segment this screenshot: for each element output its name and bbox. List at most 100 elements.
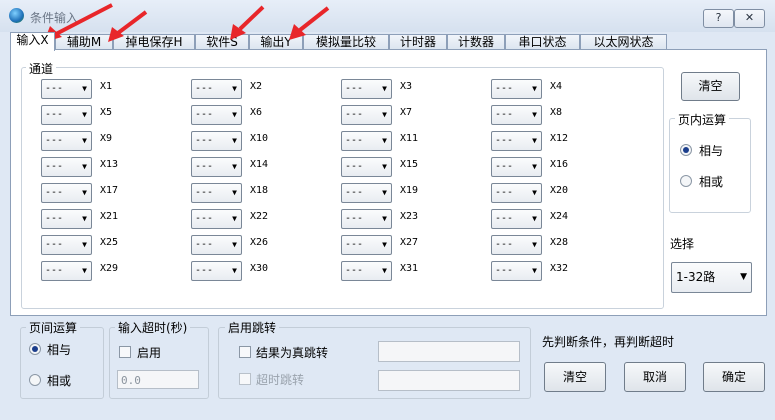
chevron-down-icon: ▼ xyxy=(532,136,537,145)
channel-combo-x10[interactable]: --- ▼ xyxy=(191,131,242,151)
channel-combo-value: --- xyxy=(45,83,64,94)
channel-combo-x8[interactable]: --- ▼ xyxy=(491,105,542,125)
true-jump-checkbox[interactable] xyxy=(239,346,251,358)
channel-combo-value: --- xyxy=(195,187,214,198)
chevron-down-icon: ▼ xyxy=(82,136,87,145)
timeout-input[interactable]: 0.0 xyxy=(117,370,199,389)
channel-combo-value: --- xyxy=(495,239,514,250)
page-and-radio[interactable] xyxy=(29,343,41,355)
range-select[interactable]: 1-32路 ▼ xyxy=(671,262,752,293)
page-op-title: 页间运算 xyxy=(26,319,81,336)
channel-combo-x24[interactable]: --- ▼ xyxy=(491,209,542,229)
timeout-enable-checkbox[interactable] xyxy=(119,346,131,358)
channel-combo-x21[interactable]: --- ▼ xyxy=(41,209,92,229)
chevron-down-icon: ▼ xyxy=(382,188,387,197)
timeout-jump-checkbox[interactable] xyxy=(239,373,251,385)
chevron-down-icon: ▼ xyxy=(532,214,537,223)
channel-combo-value: --- xyxy=(195,213,214,224)
channel-combo-x16[interactable]: --- ▼ xyxy=(491,157,542,177)
channel-combo-x7[interactable]: --- ▼ xyxy=(341,105,392,125)
channel-combo-x2[interactable]: --- ▼ xyxy=(191,79,242,99)
timeout-jump-input[interactable] xyxy=(378,370,520,391)
chevron-down-icon: ▼ xyxy=(382,84,387,93)
channel-combo-x31[interactable]: --- ▼ xyxy=(341,261,392,281)
inpage-or-radio[interactable] xyxy=(680,175,692,187)
channel-combo-x18[interactable]: --- ▼ xyxy=(191,183,242,203)
true-jump-input[interactable] xyxy=(378,341,520,362)
channel-combo-x11[interactable]: --- ▼ xyxy=(341,131,392,151)
channel-combo-value: --- xyxy=(345,161,364,172)
channel-combo-x27[interactable]: --- ▼ xyxy=(341,235,392,255)
channel-combo-value: --- xyxy=(495,265,514,276)
chevron-down-icon: ▼ xyxy=(82,162,87,171)
channel-label-x11: X11 xyxy=(400,133,419,144)
channel-combo-value: --- xyxy=(345,187,364,198)
channel-combo-value: --- xyxy=(45,213,64,224)
channel-combo-value: --- xyxy=(345,265,364,276)
page-and-label: 相与 xyxy=(47,343,72,357)
range-select-value: 1-32路 xyxy=(676,270,716,284)
channel-label-x12: X12 xyxy=(550,133,569,144)
channel-combo-value: --- xyxy=(345,135,364,146)
channel-combo-value: --- xyxy=(345,213,364,224)
channel-combo-x17[interactable]: --- ▼ xyxy=(41,183,92,203)
channel-combo-x20[interactable]: --- ▼ xyxy=(491,183,542,203)
channel-combo-x9[interactable]: --- ▼ xyxy=(41,131,92,151)
annotation-arrows xyxy=(44,3,330,42)
chevron-down-icon: ▼ xyxy=(82,188,87,197)
chevron-down-icon: ▼ xyxy=(232,162,237,171)
channel-combo-value: --- xyxy=(195,135,214,146)
chevron-down-icon: ▼ xyxy=(382,136,387,145)
channel-combo-x26[interactable]: --- ▼ xyxy=(191,235,242,255)
channel-label-x23: X23 xyxy=(400,211,419,222)
timeout-group: 输入超时(秒) 启用 0.0 xyxy=(109,319,209,399)
channel-combo-value: --- xyxy=(45,265,64,276)
channel-label-x3: X3 xyxy=(400,81,413,92)
channel-combo-value: --- xyxy=(345,83,364,94)
channel-label-x10: X10 xyxy=(250,133,269,144)
channel-combo-x4[interactable]: --- ▼ xyxy=(491,79,542,99)
channel-combo-x12[interactable]: --- ▼ xyxy=(491,131,542,151)
channel-combo-x6[interactable]: --- ▼ xyxy=(191,105,242,125)
channel-label-x21: X21 xyxy=(100,211,119,222)
channel-label-x22: X22 xyxy=(250,211,269,222)
chevron-down-icon: ▼ xyxy=(382,162,387,171)
channel-combo-x25[interactable]: --- ▼ xyxy=(41,235,92,255)
page-or-radio[interactable] xyxy=(29,374,41,386)
channel-combo-x28[interactable]: --- ▼ xyxy=(491,235,542,255)
cancel-button[interactable]: 取消 xyxy=(624,362,686,392)
chevron-down-icon: ▼ xyxy=(82,214,87,223)
channel-combo-x5[interactable]: --- ▼ xyxy=(41,105,92,125)
channel-combo-x1[interactable]: --- ▼ xyxy=(41,79,92,99)
clear-top-button[interactable]: 清空 xyxy=(681,72,740,101)
channel-combo-x3[interactable]: --- ▼ xyxy=(341,79,392,99)
chevron-down-icon: ▼ xyxy=(232,84,237,93)
inpage-op-title: 页内运算 xyxy=(675,111,730,128)
chevron-down-icon: ▼ xyxy=(382,110,387,119)
channel-combo-x29[interactable]: --- ▼ xyxy=(41,261,92,281)
channel-combo-x13[interactable]: --- ▼ xyxy=(41,157,92,177)
channel-label-x9: X9 xyxy=(100,133,113,144)
inpage-and-label: 相与 xyxy=(699,144,724,158)
channel-combo-x23[interactable]: --- ▼ xyxy=(341,209,392,229)
page-or-label: 相或 xyxy=(47,374,72,388)
inpage-and-radio[interactable] xyxy=(680,144,692,156)
channel-combo-x15[interactable]: --- ▼ xyxy=(341,157,392,177)
jump-title: 启用跳转 xyxy=(225,319,280,336)
channel-combo-x30[interactable]: --- ▼ xyxy=(191,261,242,281)
chevron-down-icon: ▼ xyxy=(82,110,87,119)
timeout-enable-label: 启用 xyxy=(137,346,162,360)
clear-button[interactable]: 清空 xyxy=(544,362,606,392)
channel-combo-value: --- xyxy=(495,161,514,172)
channel-combo-value: --- xyxy=(195,83,214,94)
inpage-op-group: 页内运算 相与 相或 xyxy=(669,111,751,213)
channel-combo-x32[interactable]: --- ▼ xyxy=(491,261,542,281)
channel-combo-x19[interactable]: --- ▼ xyxy=(341,183,392,203)
channel-combo-value: --- xyxy=(495,213,514,224)
tab-input-x[interactable]: 输入X xyxy=(10,32,55,51)
channel-combo-x22[interactable]: --- ▼ xyxy=(191,209,242,229)
channel-combo-x14[interactable]: --- ▼ xyxy=(191,157,242,177)
chevron-down-icon: ▼ xyxy=(532,188,537,197)
channel-combo-value: --- xyxy=(495,135,514,146)
ok-button[interactable]: 确定 xyxy=(703,362,765,392)
